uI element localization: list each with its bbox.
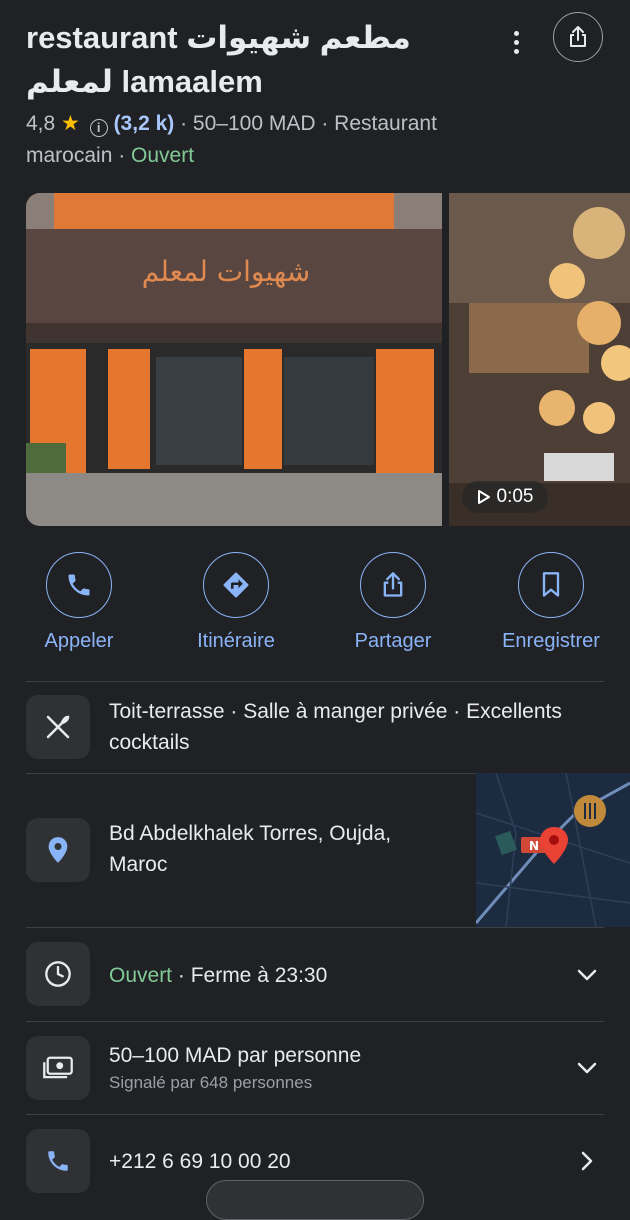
call-circle: [46, 552, 112, 618]
price-reported: Signalé par 648 personnes: [109, 1073, 313, 1092]
category-line: marocain · Ouvert: [26, 141, 586, 171]
price-category: · 50–100 MAD · Restaurant: [180, 112, 437, 135]
hours-status: Ouvert: [109, 964, 173, 987]
more-dot: [513, 30, 519, 36]
video-duration-badge: 0:05: [462, 481, 548, 513]
expand-price-button[interactable]: [572, 1053, 602, 1083]
hours-close: · Ferme à 23:30: [172, 964, 328, 987]
address-line-1: Bd Abdelkhalek Torres, Oujda,: [109, 822, 392, 845]
address-line-2: Maroc: [109, 853, 168, 876]
interior-illustration: [449, 193, 630, 526]
price-per-person: 50–100 MAD par personne: [109, 1044, 362, 1067]
category-text: marocain: [26, 144, 113, 167]
interior-video-thumbnail[interactable]: [449, 193, 630, 526]
save-label: Enregistrer: [502, 630, 600, 652]
share-icon: [383, 572, 403, 597]
restaurant-facade-photo[interactable]: شهيوات لمعلم: [26, 193, 442, 526]
chevron-right-icon: [581, 1151, 593, 1171]
directions-button[interactable]: Itinéraire: [166, 552, 306, 653]
phone-icon-box: [26, 1129, 90, 1193]
divider: [26, 927, 604, 928]
highlights-line-2: cocktails: [109, 731, 190, 754]
directions-label: Itinéraire: [197, 630, 275, 652]
divider: [26, 1021, 604, 1022]
location-pin-icon: [48, 837, 68, 863]
more-options-button[interactable]: [500, 26, 532, 58]
share-label: Partager: [354, 630, 432, 652]
share-icon: [570, 26, 586, 47]
money-icon: [43, 1056, 73, 1079]
bookmark-icon: [542, 572, 560, 597]
phone-number[interactable]: +212 6 69 10 00 20: [109, 1146, 291, 1177]
hours-text[interactable]: Ouvert · Ferme à 23:30: [109, 960, 327, 991]
save-button[interactable]: Enregistrer: [481, 552, 621, 653]
chevron-down-icon: [577, 1062, 597, 1074]
share-circle: [360, 552, 426, 618]
phone-icon: [68, 574, 90, 596]
money-icon-box: [26, 1036, 90, 1100]
phone-icon: [48, 1151, 68, 1171]
highlights-text: Toit-terrasse · Salle à manger privée · …: [109, 696, 562, 758]
dining-icon-box: [26, 695, 90, 759]
more-dot: [513, 48, 519, 54]
directions-circle: [203, 552, 269, 618]
rating-line: 4,8 ★ i (3,2 k) · 50–100 MAD · Restauran…: [26, 109, 586, 139]
chevron-down-icon: [577, 969, 597, 981]
facade-logo-text: شهيوات لمعلم: [142, 255, 310, 288]
info-icon[interactable]: i: [89, 119, 108, 137]
separator-dot: ·: [118, 144, 132, 167]
review-count[interactable]: (3,2 k): [114, 112, 175, 135]
phone-chevron-button[interactable]: [572, 1146, 602, 1176]
fork-knife-icon: [46, 715, 70, 739]
facade-illustration: شهيوات لمعلم: [26, 193, 442, 526]
clock-icon: [45, 961, 71, 987]
road-shield-text: N: [529, 839, 539, 853]
more-dot: [513, 39, 519, 45]
star-icon: ★: [61, 112, 80, 135]
map-thumbnail[interactable]: N: [476, 773, 630, 927]
clock-icon-box: [26, 942, 90, 1006]
price-text[interactable]: 50–100 MAD par personne Signalé par 648 …: [109, 1040, 361, 1095]
video-duration: 0:05: [496, 486, 534, 507]
share-button[interactable]: Partager: [323, 552, 463, 653]
share-header-button[interactable]: [553, 12, 603, 62]
expand-hours-button[interactable]: [572, 960, 602, 990]
open-status: Ouvert: [131, 144, 195, 167]
bottom-floating-pill[interactable]: [206, 1180, 424, 1220]
divider: [26, 681, 604, 682]
location-icon-box: [26, 818, 90, 882]
place-title: restaurant مطعم شهيوات لمعلم lamaalem: [26, 20, 411, 99]
play-icon: [477, 490, 490, 504]
call-label: Appeler: [44, 630, 114, 652]
highlights-line-1: Toit-terrasse · Salle à manger privée · …: [109, 700, 562, 723]
directions-icon: [223, 572, 249, 598]
call-button[interactable]: Appeler: [9, 552, 149, 653]
map-illustration: N: [476, 773, 630, 927]
address-text[interactable]: Bd Abdelkhalek Torres, Oujda, Maroc: [109, 818, 391, 880]
divider: [26, 773, 476, 774]
divider: [26, 1114, 604, 1115]
save-circle: [518, 552, 584, 618]
rating-value: 4,8: [26, 112, 56, 135]
